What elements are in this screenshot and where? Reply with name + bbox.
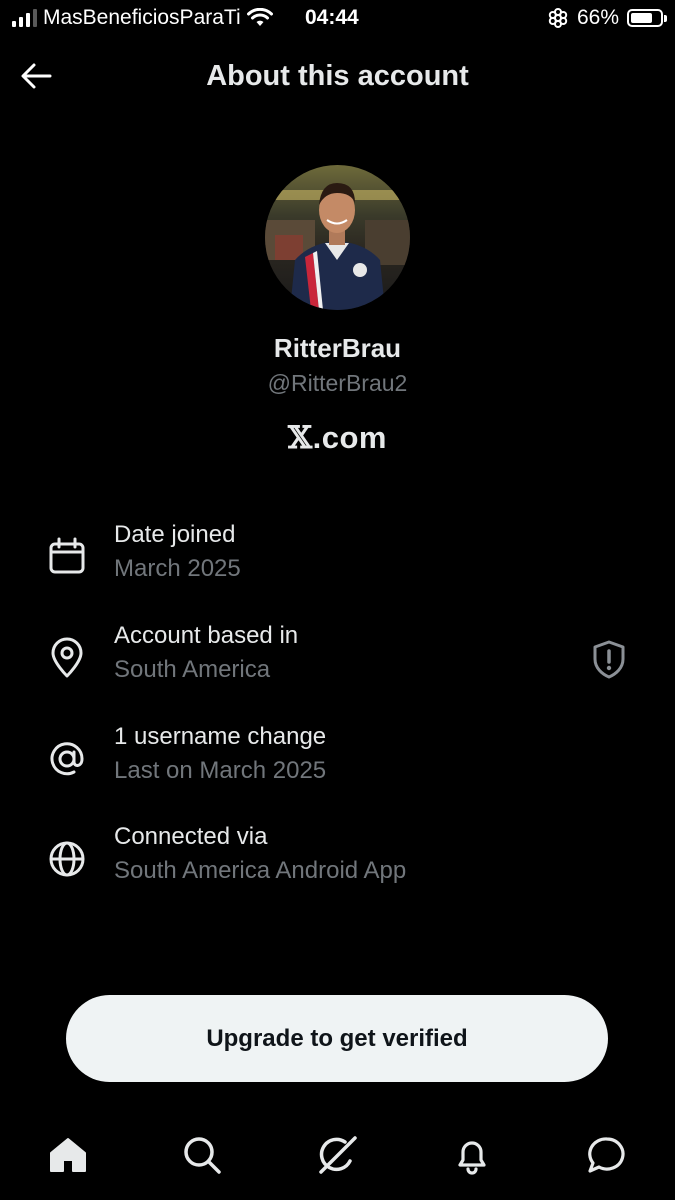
location-pin-icon [51, 637, 83, 678]
header: About this account [0, 50, 675, 102]
info-label: Date joined [114, 521, 236, 548]
shield-alert-icon[interactable] [591, 639, 627, 679]
x-com-label: 𝕏.com [0, 420, 675, 456]
info-row-date-joined: Date joined March 2025 [0, 518, 675, 598]
search-icon[interactable] [180, 1133, 224, 1177]
info-value: March 2025 [114, 555, 241, 582]
status-right: 66% [547, 6, 667, 30]
calendar-icon [49, 537, 85, 574]
grok-icon[interactable] [315, 1133, 359, 1177]
wifi-icon [246, 8, 273, 26]
status-time: 04:44 [305, 6, 359, 29]
x-logo-glyph: 𝕏 [288, 420, 313, 456]
info-label: Account based in [114, 622, 299, 649]
info-text: Date joined March 2025 [114, 518, 241, 586]
cellular-signal-icon [12, 9, 37, 27]
info-text: 1 username change Last on March 2025 [114, 720, 326, 788]
status-bar: MasBeneficiosParaTi 04:44 66% [0, 0, 675, 38]
avatar[interactable] [265, 165, 410, 310]
info-row-connected-via: Connected via South America Android App [0, 820, 675, 900]
focus-mode-icon [548, 8, 568, 28]
info-text: Connected via South America Android App [114, 820, 406, 888]
notifications-icon[interactable] [450, 1133, 494, 1177]
at-sign-icon [50, 742, 84, 776]
info-label: 1 username change [114, 723, 327, 750]
info-value: South America Android App [114, 857, 407, 884]
home-icon[interactable] [46, 1133, 90, 1177]
page-title: About this account [206, 60, 469, 92]
battery-icon [627, 9, 667, 27]
battery-percent: 66% [576, 6, 619, 29]
status-left: MasBeneficiosParaTi [12, 6, 273, 30]
info-value: South America [114, 656, 271, 683]
globe-icon [49, 841, 85, 877]
info-row-username-changes: 1 username change Last on March 2025 [0, 720, 675, 800]
info-label: Connected via [114, 823, 268, 850]
bottom-tab-bar [0, 1125, 675, 1190]
site-domain: .com [312, 420, 387, 455]
display-name: RitterBrau [273, 333, 402, 363]
info-value: Last on March 2025 [114, 757, 327, 784]
messages-icon[interactable] [585, 1133, 629, 1177]
carrier-name: MasBeneficiosParaTi [43, 6, 241, 29]
username-handle: @RitterBrau2 [267, 370, 408, 396]
info-text: Account based in South America [114, 619, 298, 687]
info-row-account-based-in: Account based in South America [0, 619, 675, 699]
upgrade-verified-button[interactable]: Upgrade to get verified [66, 995, 608, 1082]
